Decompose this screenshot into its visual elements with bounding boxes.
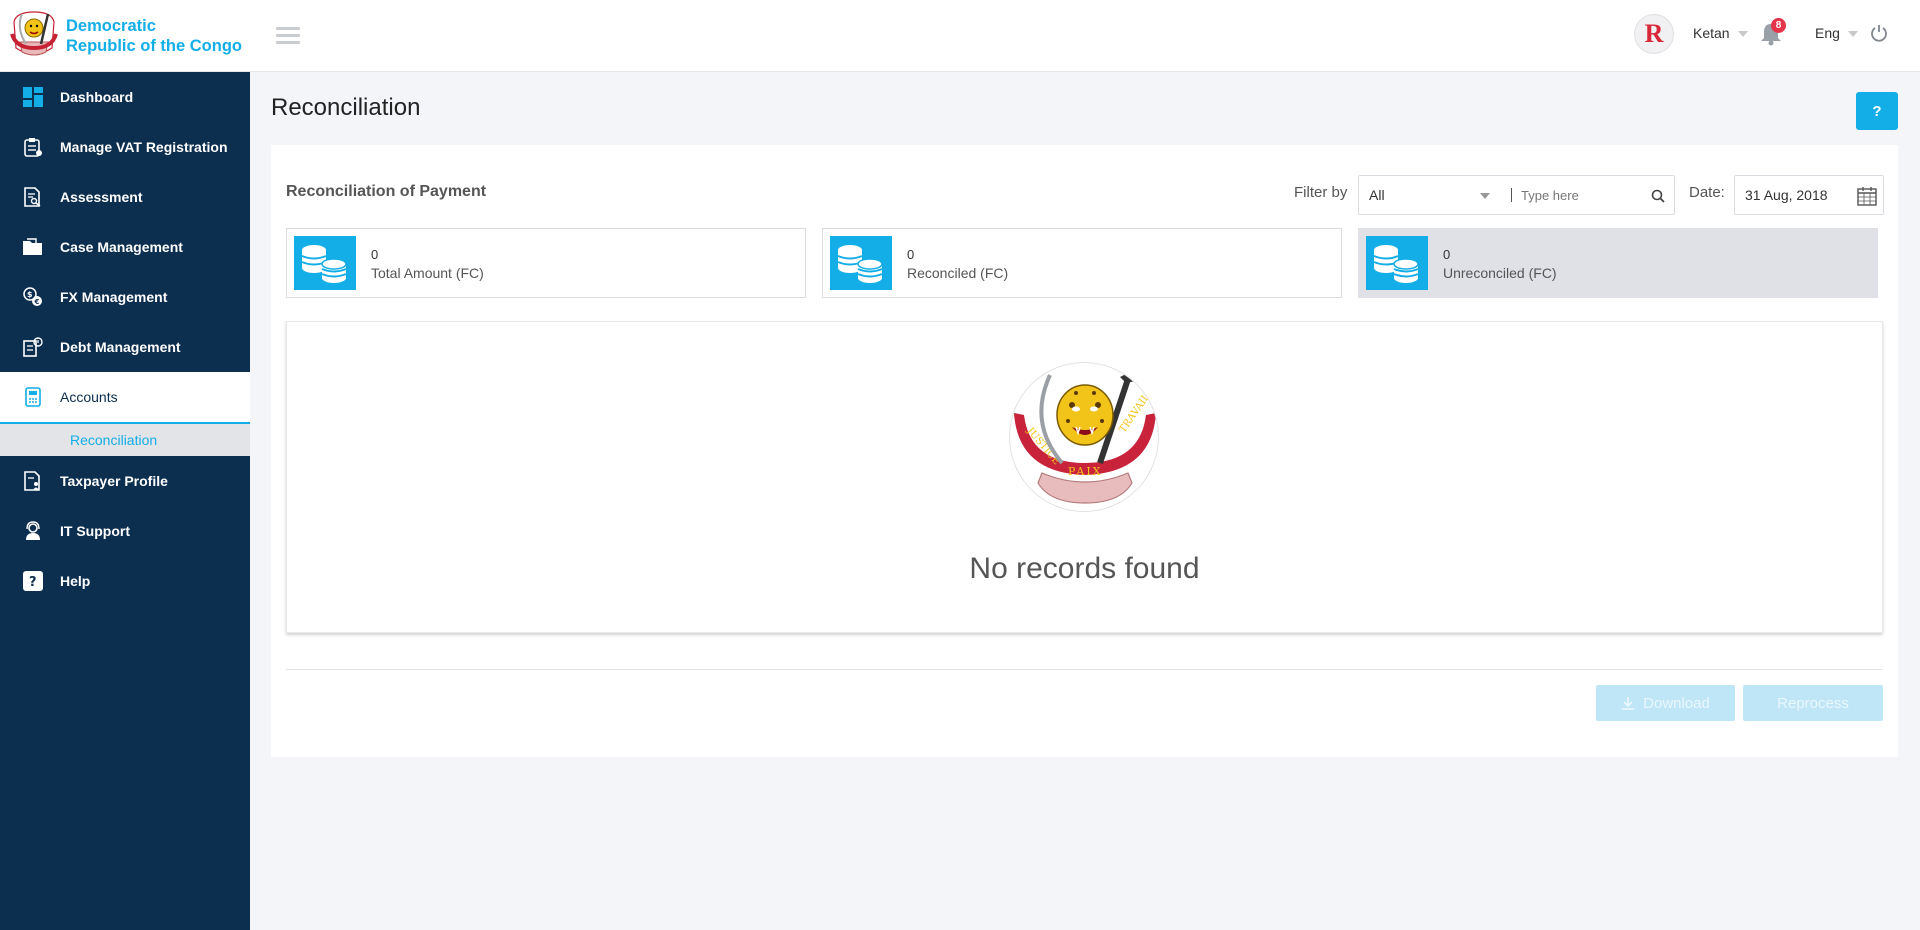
sidebar-item-dashboard[interactable]: Dashboard [0,72,250,122]
chevron-down-icon [1847,31,1858,38]
sidebar-item-label: Accounts [60,389,118,405]
search-icon[interactable] [1651,189,1665,203]
support-agent-icon [22,520,44,542]
menu-toggle-icon[interactable] [276,27,300,45]
debt-icon [22,336,44,358]
empty-state-panel: JUSTICE TRAVAIL PAIX No records found [286,321,1883,633]
sidebar-item-manage-vat[interactable]: Manage VAT Registration [0,122,250,172]
sidebar-item-label: Manage VAT Registration [60,139,228,155]
sidebar-item-assessment[interactable]: Assessment [0,172,250,222]
brand-name: Democratic Republic of the Congo [66,16,242,56]
stat-label: Total Amount (FC) [371,265,484,281]
stat-label: Reconciled (FC) [907,265,1009,281]
filter-label: Filter by [1294,184,1348,201]
svg-text:€: € [34,298,40,306]
coins-icon [294,236,356,290]
sidebar-nav: Dashboard Manage VAT Registration Assess… [0,72,250,606]
page-title: Reconciliation [271,94,421,121]
topbar: R Ketan 8 Eng [250,0,1920,72]
sidebar-item-case-management[interactable]: Case Management [0,222,250,272]
user-menu[interactable]: Ketan [1693,25,1748,41]
svg-text:?: ? [29,575,37,590]
stat-label: Unreconciled (FC) [1443,265,1557,281]
sidebar-item-label: Assessment [60,189,143,205]
sidebar-item-debt-management[interactable]: Debt Management [0,322,250,372]
brand-line-1: Democratic [66,16,156,35]
coins-icon [830,236,892,290]
stat-value: 0 [371,247,379,262]
stat-total-amount[interactable]: 0 Total Amount (FC) [286,228,806,298]
folder-icon [22,236,44,258]
help-button[interactable]: ? [1856,92,1898,130]
empty-message: No records found [969,552,1200,585]
language-selector[interactable]: Eng [1815,25,1858,41]
sidebar-item-accounts[interactable]: Accounts [0,372,250,424]
stat-value: 0 [1443,247,1451,262]
search-input[interactable] [1521,185,1641,205]
emblem-word-paix: PAIX [1068,465,1103,478]
sidebar-item-it-support[interactable]: IT Support [0,506,250,556]
date-label: Date: [1689,184,1725,201]
language-label: Eng [1815,25,1840,41]
avatar[interactable]: R [1634,14,1674,54]
sidebar-item-fx-management[interactable]: $ € FX Management [0,272,250,322]
power-icon[interactable] [1870,24,1888,42]
calculator-icon [22,386,44,408]
notification-badge: 8 [1771,18,1786,33]
sidebar-subitem-reconciliation[interactable]: Reconciliation [0,424,250,456]
dashboard-icon [22,86,44,108]
calendar-icon[interactable] [1857,186,1877,206]
divider [286,669,1883,670]
sidebar-item-help[interactable]: ? Help [0,556,250,606]
download-icon [1622,697,1635,710]
question-icon: ? [22,570,44,592]
stat-reconciled[interactable]: 0 Reconciled (FC) [822,228,1342,298]
brand[interactable]: Democratic Republic of the Congo [0,0,250,72]
download-label: Download [1643,694,1710,712]
filter-box: All [1358,175,1675,215]
sidebar-item-label: Taxpayer Profile [60,473,168,489]
chevron-down-icon [1737,31,1748,38]
stat-value: 0 [907,247,915,262]
date-value: 31 Aug, 2018 [1745,187,1828,203]
sidebar-item-label: Dashboard [60,89,134,105]
filter-select[interactable]: All [1369,187,1479,203]
svg-text:$: $ [27,290,33,299]
brand-line-2: Republic of the Congo [66,36,242,55]
sidebar-item-label: Debt Management [60,339,181,355]
user-name: Ketan [1693,25,1730,41]
profile-document-icon [22,470,44,492]
coat-of-arms-emblem: JUSTICE TRAVAIL PAIX [1009,362,1159,512]
card-heading: Reconciliation of Payment [286,183,487,200]
sidebar-item-taxpayer-profile[interactable]: Taxpayer Profile [0,456,250,506]
sidebar-item-label: FX Management [60,289,168,305]
reprocess-button[interactable]: Reprocess [1743,685,1883,721]
sidebar: Democratic Republic of the Congo Dashboa… [0,0,250,930]
sidebar-item-label: Help [60,573,91,589]
coat-of-arms-logo [10,10,58,55]
date-picker[interactable]: 31 Aug, 2018 [1734,175,1884,215]
reconciliation-card: Reconciliation of Payment Filter by All … [271,145,1898,757]
currency-exchange-icon: $ € [22,286,44,308]
sidebar-item-label: Case Management [60,239,183,255]
separator [1511,188,1512,202]
sidebar-item-label: IT Support [60,523,130,539]
clipboard-icon [22,136,44,158]
chevron-down-icon [1480,193,1490,199]
download-button[interactable]: Download [1596,685,1735,721]
document-search-icon [22,186,44,208]
stat-unreconciled[interactable]: 0 Unreconciled (FC) [1358,228,1878,298]
coins-icon [1366,236,1428,290]
